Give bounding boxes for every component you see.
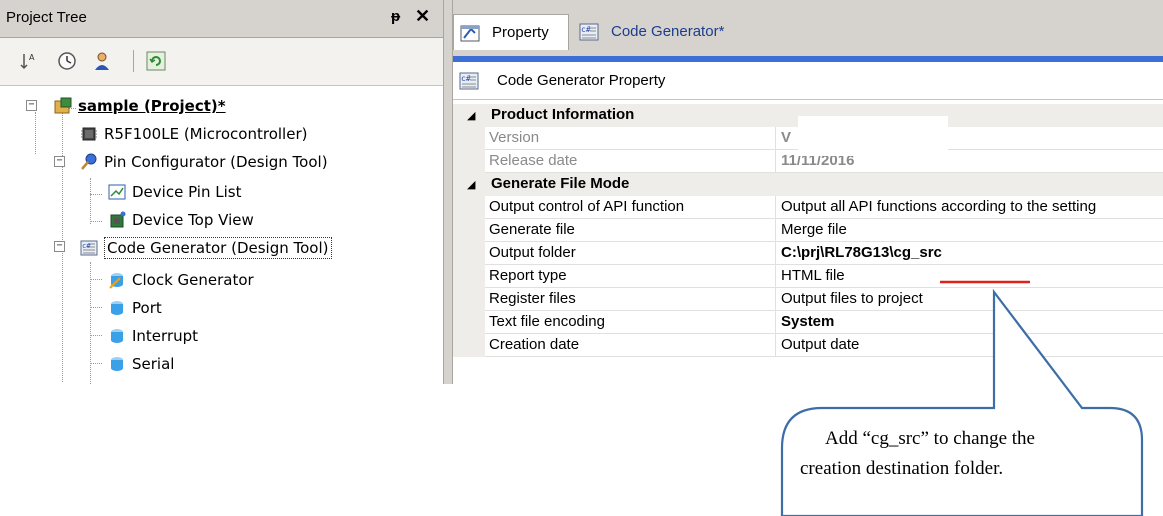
category-generate-file-mode[interactable]: ◢ Generate File Mode <box>453 173 1163 196</box>
refresh-icon[interactable] <box>146 51 166 71</box>
tab-property[interactable]: Property <box>453 14 569 50</box>
code-generator-icon: c# <box>80 240 98 256</box>
tree-item-label: sample (Project)* <box>78 97 226 115</box>
tree-item-label: Port <box>132 299 162 317</box>
callout-text: Add “cg_src” to change the creation dest… <box>800 424 1140 484</box>
module-icon <box>111 357 123 371</box>
clock-icon[interactable] <box>57 51 77 71</box>
tab-label: Property <box>492 24 549 41</box>
tab-label: Code Generator* <box>611 23 725 40</box>
close-icon[interactable]: ✕ <box>415 6 430 27</box>
property-row-output-control[interactable]: Output control of API function Output al… <box>453 196 1163 219</box>
tree-item-label: Device Top View <box>132 211 254 229</box>
svg-text:c#: c# <box>82 242 91 250</box>
pin-list-icon <box>108 184 126 200</box>
property-row-register-files[interactable]: Register files Output files to project <box>453 288 1163 311</box>
pin-tool-icon <box>81 153 97 170</box>
tree-item-label: Interrupt <box>132 327 199 345</box>
tree-connector <box>90 279 102 280</box>
collapse-arrow-icon[interactable]: ◢ <box>467 109 475 122</box>
callout-line-1: Add “cg_src” to change the <box>825 428 1035 449</box>
property-row-text-file-encoding[interactable]: Text file encoding System <box>453 311 1163 334</box>
property-row-report-type[interactable]: Report type HTML file <box>453 265 1163 288</box>
category-label: Generate File Mode <box>491 175 630 192</box>
tree-item-label: Serial <box>132 355 175 373</box>
code-generator-icon: c# <box>579 23 599 41</box>
tree-item-label: Code Generator (Design Tool) <box>104 237 332 259</box>
property-row-generate-file[interactable]: Generate file Merge file <box>453 219 1163 242</box>
property-panel: Property c# Code Generator* c# Code Gene… <box>453 0 1163 384</box>
pane-splitter[interactable] <box>443 0 453 384</box>
chip-icon <box>81 127 97 141</box>
toolbar-separator <box>133 50 134 72</box>
project-tree-title: Project Tree <box>6 9 87 26</box>
property-header-title: Code Generator Property <box>497 72 666 89</box>
sort-icon[interactable]: A <box>18 51 38 71</box>
property-name: Generate file <box>489 221 575 238</box>
tree-connector <box>90 262 91 384</box>
tree-connector <box>90 221 102 222</box>
redaction-mask <box>798 144 948 156</box>
user-icon[interactable] <box>92 51 112 71</box>
property-value: Output files to project <box>781 290 923 307</box>
module-icon <box>111 301 123 315</box>
tree-connector <box>90 307 102 308</box>
callout-line-2: creation destination folder. <box>800 458 1004 479</box>
svg-text:A: A <box>29 53 35 62</box>
module-icon <box>111 329 123 343</box>
property-value: HTML file <box>781 267 845 284</box>
property-icon <box>460 25 480 42</box>
property-name: Creation date <box>489 336 580 353</box>
project-tree-panel: Project Tree ᵽ ✕ A − sample (Project)* R… <box>0 0 443 384</box>
project-icon <box>54 97 72 114</box>
tree-item-label: R5F100LE (Microcontroller) <box>104 125 308 143</box>
property-row-output-folder[interactable]: Output folder C:\prj\RL78G13\cg_src <box>453 242 1163 265</box>
svg-text:c#: c# <box>461 74 471 83</box>
property-name: Release date <box>489 152 578 169</box>
tab-code-generator[interactable]: c# Code Generator* <box>573 14 763 50</box>
collapse-toggle[interactable]: − <box>26 100 37 111</box>
property-name: Version <box>489 129 540 146</box>
property-value: System <box>781 313 835 330</box>
property-value: Merge file <box>781 221 847 238</box>
property-value: Output all API functions according to th… <box>781 198 1097 215</box>
property-name: Report type <box>489 267 567 284</box>
top-view-icon <box>110 211 126 228</box>
tree-connector <box>35 112 36 154</box>
output-folder-value[interactable]: C:\prj\RL78G13\cg_src <box>781 244 942 261</box>
property-header: c# Code Generator Property <box>453 62 1163 100</box>
project-tree-toolbar: A <box>0 38 443 86</box>
tree-connector <box>90 194 102 195</box>
collapse-arrow-icon[interactable]: ◢ <box>467 178 475 191</box>
tree-connector <box>90 178 91 224</box>
property-name: Output folder <box>489 244 576 261</box>
module-icon <box>109 273 123 289</box>
property-name: Register files <box>489 290 576 307</box>
property-row-creation-date[interactable]: Creation date Output date <box>453 334 1163 357</box>
pin-icon[interactable]: ᵽ <box>391 8 400 25</box>
tree-item-label: Clock Generator <box>132 271 254 289</box>
tree-item-label: Pin Configurator (Design Tool) <box>104 153 328 171</box>
code-generator-icon: c# <box>459 72 479 90</box>
collapse-toggle[interactable]: − <box>54 241 65 252</box>
project-tree-body: − sample (Project)* R5F100LE (Microcontr… <box>0 86 443 384</box>
tree-connector <box>90 335 102 336</box>
property-name: Output control of API function <box>489 198 685 215</box>
collapse-toggle[interactable]: − <box>54 156 65 167</box>
tree-item-label: Device Pin List <box>132 183 242 201</box>
redaction-mask <box>798 116 948 127</box>
svg-text:c#: c# <box>581 25 591 34</box>
tree-connector <box>90 363 102 364</box>
property-value: Output date <box>781 336 860 353</box>
project-tree-titlebar: Project Tree ᵽ ✕ <box>0 0 443 38</box>
category-label: Product Information <box>491 106 635 123</box>
tab-strip: Property c# Code Generator* <box>453 0 1163 56</box>
property-value: V <box>781 129 792 146</box>
property-name: Text file encoding <box>489 313 605 330</box>
